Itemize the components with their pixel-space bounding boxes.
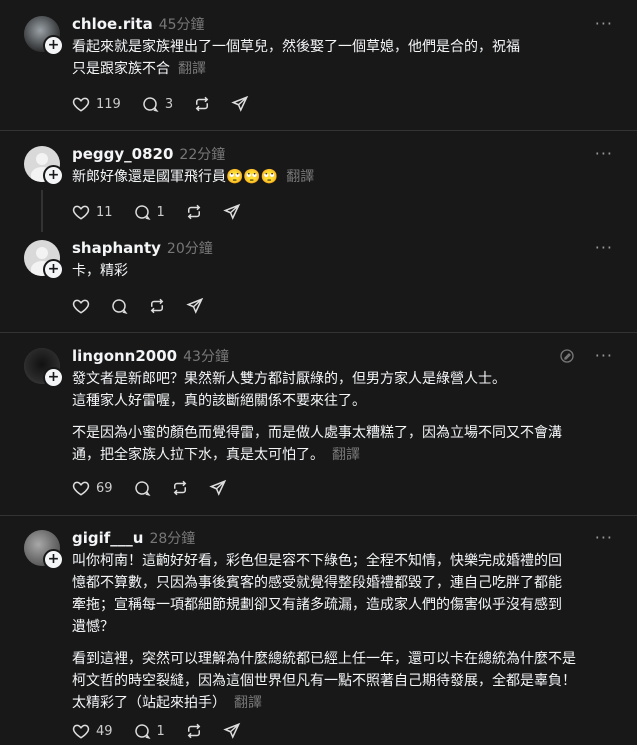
divider — [0, 332, 637, 333]
post-text: 叫你柯南！這齣好好看，彩色但是容不下綠色；全程不知情，快樂完成婚禮的回 憶都不算… — [72, 553, 576, 711]
comment-icon — [134, 205, 151, 220]
heart-icon — [72, 97, 90, 112]
comment-icon — [134, 724, 151, 739]
translate-link[interactable]: 翻譯 — [286, 169, 314, 185]
post-text: 卡，精彩 — [72, 263, 128, 279]
translate-link[interactable]: 翻譯 — [332, 447, 360, 463]
repost-button[interactable] — [148, 297, 166, 315]
action-bar: 49 1 — [72, 721, 261, 741]
username[interactable]: gigif___u 28分鐘 — [72, 528, 195, 548]
follow-plus-icon[interactable]: + — [43, 549, 64, 570]
share-button[interactable] — [223, 203, 241, 221]
share-button[interactable] — [208, 479, 227, 497]
like-count: 11 — [96, 204, 113, 220]
timestamp: 28分鐘 — [149, 531, 196, 547]
send-icon — [223, 722, 241, 739]
avatar[interactable]: + — [24, 348, 64, 388]
repost-button[interactable] — [185, 203, 203, 221]
edited-icon — [560, 349, 574, 363]
username[interactable]: lingonn2000 43分鐘 — [72, 346, 229, 366]
like-count: 49 — [96, 723, 113, 739]
post-text: 看起來就是家族裡出了一個草兒，然後娶了一個草媳，他們是合的，祝福 只是跟家族不合… — [72, 39, 520, 77]
timestamp: 22分鐘 — [179, 147, 226, 163]
heart-icon — [72, 724, 90, 739]
avatar[interactable]: + — [24, 240, 64, 280]
like-button[interactable]: 49 — [72, 722, 113, 740]
repost-button[interactable] — [171, 479, 189, 497]
post-text: 新郎好像還是國軍飛行員🙄🙄🙄 翻譯 — [72, 169, 315, 185]
heart-icon — [72, 299, 90, 314]
more-options-icon[interactable]: ··· — [595, 14, 613, 33]
send-icon — [186, 297, 204, 314]
action-bar: 11 1 — [72, 202, 261, 222]
reply-button[interactable] — [133, 479, 151, 497]
action-bar — [72, 296, 224, 316]
repost-icon — [173, 480, 186, 496]
avatar[interactable]: + — [24, 146, 64, 186]
like-count: 69 — [96, 480, 113, 496]
reply-button[interactable] — [110, 297, 128, 315]
comment-icon — [143, 97, 159, 112]
follow-plus-icon[interactable]: + — [43, 35, 64, 56]
heart-icon — [72, 205, 90, 220]
divider — [0, 515, 637, 516]
comment-icon — [134, 481, 151, 496]
comment-icon — [112, 299, 128, 314]
action-bar: 119 3 — [72, 94, 269, 114]
post-text: 發文者是新郎吧？果然新人雙方都討厭綠的，但男方家人是綠營人士。 這種家人好雷喔，… — [72, 371, 562, 463]
repost-button[interactable] — [185, 722, 203, 740]
more-options-icon[interactable]: ··· — [595, 144, 613, 163]
like-button[interactable]: 119 — [72, 95, 121, 113]
like-button[interactable]: 69 — [72, 479, 113, 497]
send-icon — [231, 95, 249, 112]
username[interactable]: shaphanty 20分鐘 — [72, 238, 213, 258]
share-button[interactable] — [231, 95, 249, 113]
repost-icon — [187, 723, 201, 739]
repost-button[interactable] — [193, 95, 211, 113]
send-icon — [208, 479, 226, 496]
like-count: 119 — [96, 96, 121, 112]
share-button[interactable] — [223, 722, 241, 740]
like-button[interactable] — [72, 297, 90, 315]
follow-plus-icon[interactable]: + — [43, 367, 64, 388]
reply-count: 1 — [156, 723, 165, 739]
translate-link[interactable]: 翻譯 — [234, 695, 262, 711]
avatar[interactable]: + — [24, 530, 64, 570]
more-options-icon[interactable]: ··· — [595, 528, 613, 547]
follow-plus-icon[interactable]: + — [43, 259, 64, 280]
reply-count: 3 — [164, 96, 174, 112]
timestamp: 45分鐘 — [158, 17, 205, 33]
avatar[interactable]: + — [24, 16, 64, 56]
more-options-icon[interactable]: ··· — [595, 238, 613, 257]
reply-button[interactable]: 1 — [133, 722, 165, 740]
reply-count: 1 — [156, 204, 165, 220]
thread-line — [41, 190, 43, 232]
reply-button[interactable]: 3 — [141, 95, 173, 113]
share-button[interactable] — [186, 297, 204, 315]
repost-icon — [150, 298, 164, 314]
reply-button[interactable]: 1 — [133, 203, 165, 221]
username[interactable]: peggy_0820 22分鐘 — [72, 144, 225, 164]
action-bar: 69 — [72, 478, 247, 498]
timestamp: 43分鐘 — [183, 349, 229, 365]
follow-plus-icon[interactable]: + — [43, 165, 64, 186]
repost-icon — [195, 96, 209, 112]
like-button[interactable]: 11 — [72, 203, 113, 221]
divider — [0, 130, 637, 131]
send-icon — [223, 203, 241, 220]
username[interactable]: chloe.rita 45分鐘 — [72, 14, 205, 34]
timestamp: 20分鐘 — [166, 241, 213, 257]
heart-icon — [72, 481, 90, 496]
translate-link[interactable]: 翻譯 — [178, 61, 206, 77]
repost-icon — [187, 204, 201, 220]
more-options-icon[interactable]: ··· — [595, 346, 613, 365]
